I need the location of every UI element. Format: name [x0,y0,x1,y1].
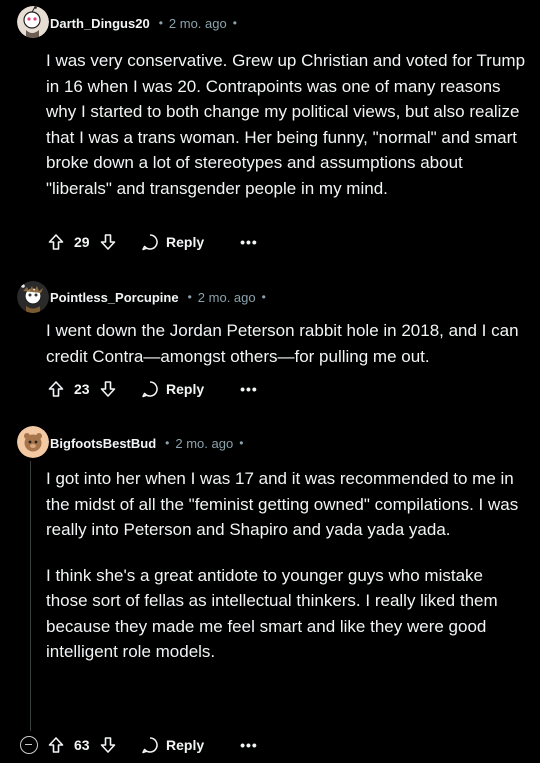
comment-actions: 23 Reply ••• [46,377,258,401]
vote-group: 23 [46,379,118,399]
more-options-button[interactable]: ••• [240,381,258,397]
vote-group: 29 [46,232,118,252]
comment-body: I went down the Jordan Peterson rabbit h… [46,318,526,369]
comment-actions: 63 Reply ••• [46,733,258,757]
separator-dot: • [187,290,192,304]
downvote-icon[interactable] [98,379,118,399]
reply-label: Reply [166,737,205,753]
username[interactable]: BigfootsBestBud [50,436,156,451]
comment-body: I got into her when I was 17 and it was … [46,466,526,665]
timestamp[interactable]: 2 mo. ago [198,290,256,305]
thread-line[interactable] [30,461,31,731]
separator-dot: • [165,436,170,450]
comment-paragraph: I got into her when I was 17 and it was … [46,469,519,539]
timestamp[interactable]: 2 mo. ago [175,436,233,451]
reply-icon [142,234,158,251]
comment-header: Darth_Dingus20 • 2 mo. ago • [50,13,237,33]
more-options-button[interactable]: ••• [240,737,258,753]
vote-score: 63 [74,737,90,753]
avatar[interactable] [17,6,49,38]
separator-dot: • [232,16,237,30]
reply-button[interactable]: Reply [140,379,204,399]
username[interactable]: Darth_Dingus20 [50,16,150,31]
downvote-icon[interactable] [98,232,118,252]
comment-body: I was very conservative. Grew up Christi… [46,48,526,201]
reply-label: Reply [166,381,205,397]
upvote-icon[interactable] [46,379,66,399]
comment-actions: 29 Reply ••• [46,230,258,254]
reply-icon [142,737,158,754]
reply-button[interactable]: Reply [140,232,204,252]
more-options-button[interactable]: ••• [240,234,258,250]
downvote-icon[interactable] [98,735,118,755]
reply-label: Reply [166,234,205,250]
collapse-thread-button[interactable] [20,736,38,754]
timestamp[interactable]: 2 mo. ago [169,16,227,31]
vote-score: 23 [74,381,90,397]
separator-dot: • [261,290,266,304]
username[interactable]: Pointless_Porcupine [50,290,179,305]
vote-group: 63 [46,735,118,755]
avatar[interactable] [17,281,49,313]
comment-header: Pointless_Porcupine • 2 mo. ago • [50,287,266,307]
comment-header: BigfootsBestBud • 2 mo. ago • [50,433,243,453]
vote-score: 29 [74,234,90,250]
reply-icon [142,381,158,398]
comment-paragraph: I was very conservative. Grew up Christi… [46,51,526,198]
reply-button[interactable]: Reply [140,735,204,755]
upvote-icon[interactable] [46,735,66,755]
comment-paragraph: I think she's a great antidote to younge… [46,565,498,662]
separator-dot: • [239,436,244,450]
upvote-icon[interactable] [46,232,66,252]
separator-dot: • [158,16,163,30]
avatar[interactable] [17,426,49,458]
comment-paragraph: I went down the Jordan Peterson rabbit h… [46,321,519,366]
